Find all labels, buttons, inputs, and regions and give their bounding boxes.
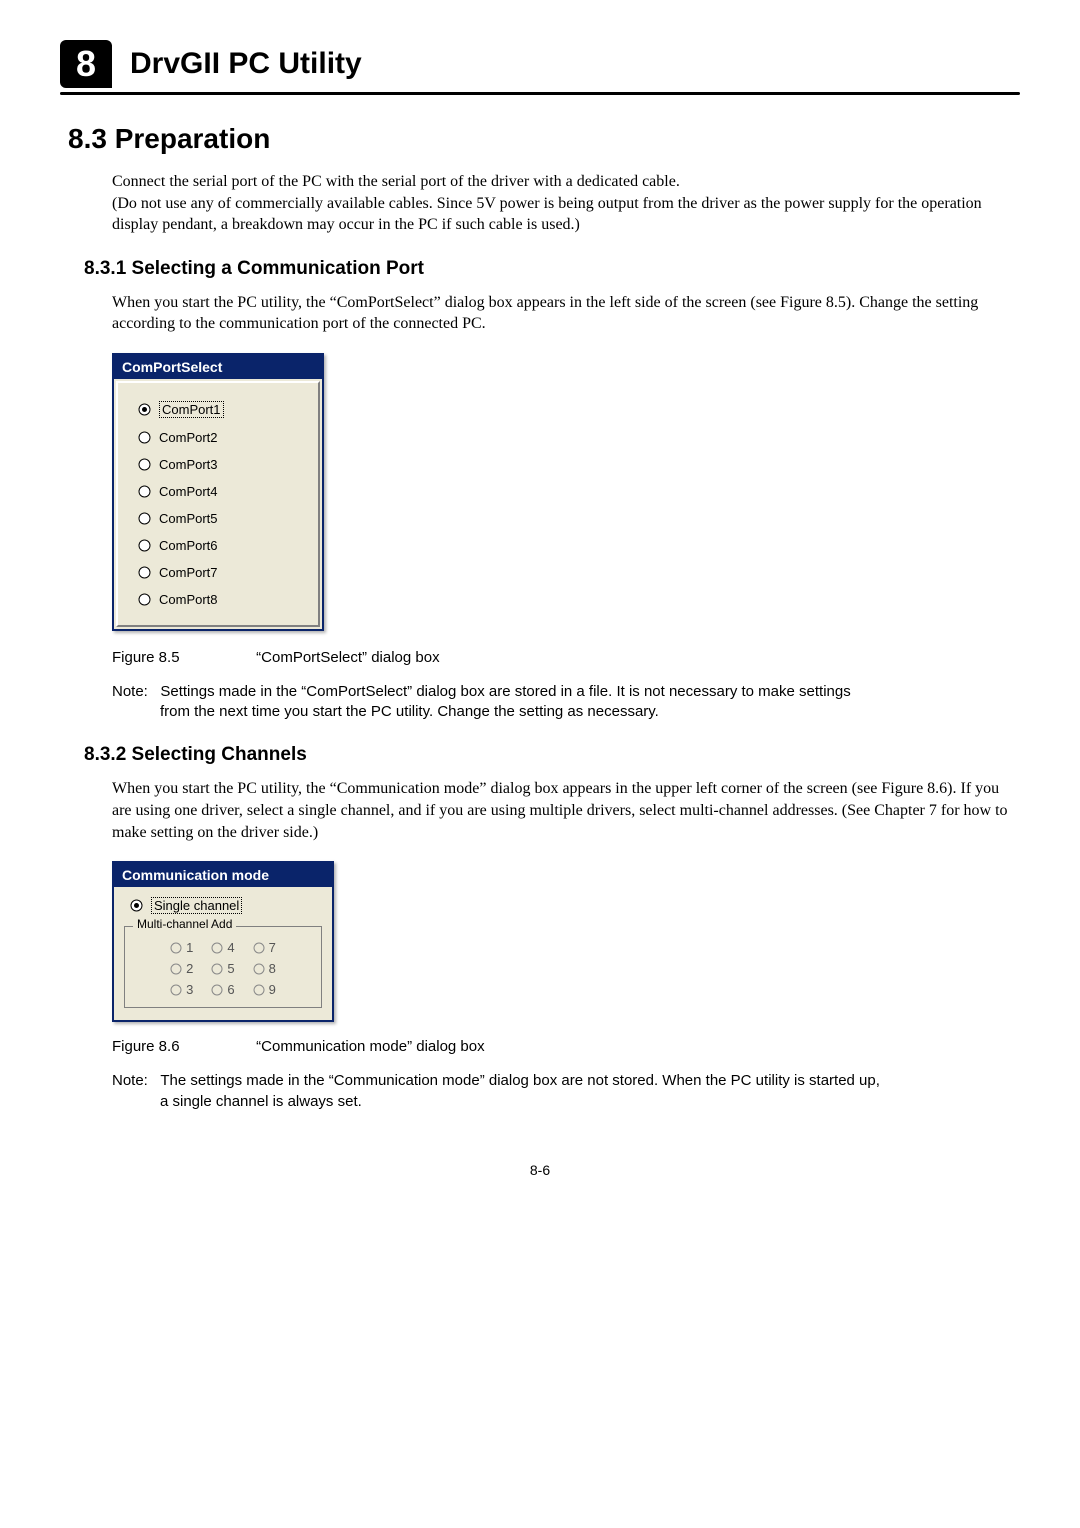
radio-ch-3[interactable]: 3 (170, 982, 193, 997)
comportselect-dialog: ComPortSelect ComPort1 ComPort2 ComPort3… (112, 353, 324, 631)
note-line: The settings made in the “Communication … (160, 1072, 880, 1089)
para-line: (Do not use any of commercially availabl… (112, 195, 982, 234)
note-line: Settings made in the “ComPortSelect” dia… (160, 683, 850, 700)
radio-label: 7 (269, 940, 276, 955)
radio-comport1[interactable]: ComPort1 (136, 395, 300, 424)
radio-ch-4[interactable]: 4 (211, 940, 234, 955)
section-8-3-2-para: When you start the PC utility, the “Comm… (112, 778, 1020, 843)
radio-ch-5[interactable]: 5 (211, 961, 234, 976)
radio-disabled-icon (170, 963, 182, 975)
figure-8-6-caption: Figure 8.6 “Communication mode” dialog b… (112, 1038, 1020, 1055)
radio-unselected-icon (138, 431, 151, 444)
radio-label: ComPort7 (159, 565, 218, 580)
note-8-3-2: Note: The settings made in the “Communic… (112, 1071, 1020, 1112)
radio-comport3[interactable]: ComPort3 (136, 451, 300, 478)
radio-label: 6 (227, 982, 234, 997)
note-line: a single channel is always set. (160, 1092, 1020, 1112)
chapter-header: 8 DrvGII PC Utility (60, 40, 1020, 88)
radio-label: 3 (186, 982, 193, 997)
radio-unselected-icon (138, 593, 151, 606)
page-number: 8-6 (60, 1162, 1020, 1178)
radio-disabled-icon (253, 963, 265, 975)
section-8-3-para: Connect the serial port of the PC with t… (112, 171, 1020, 236)
radio-comport7[interactable]: ComPort7 (136, 559, 300, 586)
figure-8-5-caption: Figure 8.5 “ComPortSelect” dialog box (112, 649, 1020, 666)
radio-disabled-icon (211, 984, 223, 996)
section-8-3-1-para: When you start the PC utility, the “ComP… (112, 292, 1020, 335)
radio-unselected-icon (138, 566, 151, 579)
radio-label: 1 (186, 940, 193, 955)
radio-selected-icon (130, 899, 143, 912)
radio-label: 5 (227, 961, 234, 976)
chapter-title: DrvGII PC Utility (130, 47, 362, 81)
radio-label: Single channel (151, 897, 242, 914)
groupbox-title: Multi-channel Add (133, 917, 236, 931)
radio-label: ComPort6 (159, 538, 218, 553)
dialog-titlebar: Communication mode (114, 863, 332, 887)
radio-disabled-icon (211, 942, 223, 954)
radio-label: ComPort4 (159, 484, 218, 499)
radio-label: 4 (227, 940, 234, 955)
dialog-body: ComPort1 ComPort2 ComPort3 ComPort4 ComP… (116, 381, 320, 627)
note-line: from the next time you start the PC util… (160, 702, 1020, 722)
radio-comport8[interactable]: ComPort8 (136, 586, 300, 613)
radio-comport6[interactable]: ComPort6 (136, 532, 300, 559)
radio-label: ComPort3 (159, 457, 218, 472)
radio-comport4[interactable]: ComPort4 (136, 478, 300, 505)
figure-number: Figure 8.5 (112, 649, 252, 666)
radio-disabled-icon (170, 984, 182, 996)
note-label: Note: (112, 1072, 148, 1089)
radio-disabled-icon (211, 963, 223, 975)
note-8-3-1: Note: Settings made in the “ComPortSelec… (112, 682, 1020, 723)
dialog-titlebar: ComPortSelect (114, 355, 322, 379)
figure-number: Figure 8.6 (112, 1038, 252, 1055)
radio-disabled-icon (170, 942, 182, 954)
radio-label: ComPort1 (159, 401, 224, 418)
radio-unselected-icon (138, 458, 151, 471)
radio-ch-2[interactable]: 2 (170, 961, 193, 976)
radio-label: ComPort5 (159, 511, 218, 526)
communication-mode-dialog: Communication mode Single channel Multi-… (112, 861, 334, 1022)
radio-ch-8[interactable]: 8 (253, 961, 276, 976)
radio-ch-6[interactable]: 6 (211, 982, 234, 997)
figure-caption-text: “ComPortSelect” dialog box (256, 649, 439, 666)
radio-label: ComPort2 (159, 430, 218, 445)
radio-ch-7[interactable]: 7 (253, 940, 276, 955)
radio-label: 2 (186, 961, 193, 976)
multi-channel-grid: 1 4 7 2 5 8 3 6 9 (133, 940, 313, 997)
section-8-3-2-heading: 8.3.2 Selecting Channels (84, 744, 1020, 766)
radio-comport2[interactable]: ComPort2 (136, 424, 300, 451)
radio-comport5[interactable]: ComPort5 (136, 505, 300, 532)
multi-channel-groupbox: Multi-channel Add 1 4 7 2 5 8 3 6 9 (124, 926, 322, 1008)
radio-selected-icon (138, 403, 151, 416)
radio-ch-1[interactable]: 1 (170, 940, 193, 955)
radio-disabled-icon (253, 984, 265, 996)
radio-single-channel[interactable]: Single channel (114, 887, 332, 918)
radio-label: 9 (269, 982, 276, 997)
radio-unselected-icon (138, 539, 151, 552)
figure-caption-text: “Communication mode” dialog box (256, 1038, 484, 1055)
note-label: Note: (112, 683, 148, 700)
radio-ch-9[interactable]: 9 (253, 982, 276, 997)
radio-disabled-icon (253, 942, 265, 954)
para-line: Connect the serial port of the PC with t… (112, 173, 680, 190)
radio-label: ComPort8 (159, 592, 218, 607)
radio-unselected-icon (138, 485, 151, 498)
radio-label: 8 (269, 961, 276, 976)
section-8-3-heading: 8.3 Preparation (68, 123, 1020, 155)
section-8-3-1-heading: 8.3.1 Selecting a Communication Port (84, 258, 1020, 280)
header-divider (60, 92, 1020, 95)
radio-unselected-icon (138, 512, 151, 525)
chapter-number-badge: 8 (60, 40, 112, 88)
